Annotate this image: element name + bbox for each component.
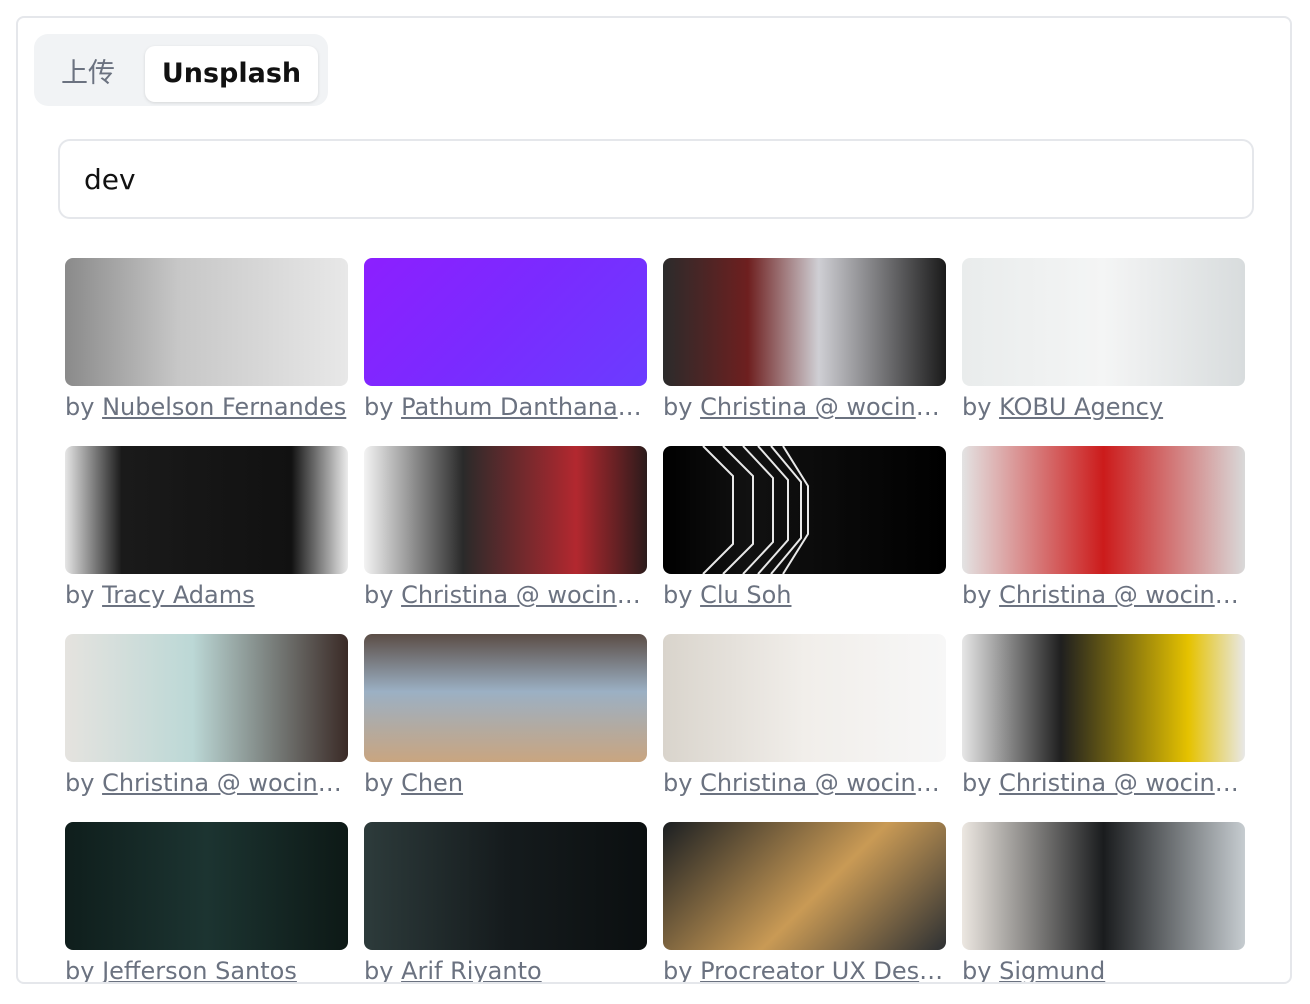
tunnel-lines-art (702, 446, 809, 574)
author-link[interactable]: Jefferson Santos (102, 957, 297, 982)
credit-prefix: by (364, 957, 394, 984)
photo-credit: by Christina @ wocintechchat.com (962, 579, 1245, 611)
photo-thumbnail[interactable] (364, 446, 647, 574)
photo-thumbnail[interactable] (65, 258, 348, 386)
photo-credit: by Jefferson Santos (65, 955, 348, 984)
credit-prefix: by (663, 957, 693, 984)
credit-prefix: by (962, 393, 992, 421)
photo-thumbnail[interactable] (663, 258, 946, 386)
photo-credit: by Tracy Adams (65, 579, 348, 611)
photo-thumbnail[interactable] (962, 822, 1245, 950)
photo-card[interactable]: by Christina @ wocintechchat.com (962, 446, 1245, 609)
photo-thumbnail[interactable] (962, 634, 1245, 762)
credit-prefix: by (364, 393, 394, 421)
photo-credit: by Clu Soh (663, 579, 946, 611)
photo-card[interactable]: by Jefferson Santos (65, 822, 348, 982)
photo-thumbnail[interactable] (663, 822, 946, 950)
photo-card[interactable]: by Chen (364, 634, 647, 797)
photo-thumbnail[interactable] (962, 446, 1245, 574)
photo-card[interactable]: by Christina @ wocintechchat.com (364, 446, 647, 609)
photo-thumbnail[interactable] (663, 446, 946, 574)
author-link[interactable]: Pathum Danthanarayana (401, 393, 647, 421)
photo-credit: by KOBU Agency (962, 391, 1245, 423)
photo-credit: by Christina @ wocintechchat.com (364, 579, 647, 611)
photo-thumbnail[interactable] (65, 634, 348, 762)
photo-thumbnail[interactable] (65, 446, 348, 574)
photo-credit: by Christina @ wocintechchat.com (65, 767, 348, 799)
credit-prefix: by (364, 769, 394, 797)
photo-thumbnail[interactable] (962, 258, 1245, 386)
author-link[interactable]: Christina @ wocintechchat.com (999, 769, 1245, 797)
author-link[interactable]: Christina @ wocintechchat.com (700, 769, 946, 797)
photo-card[interactable]: by Christina @ wocintechchat.com (663, 258, 946, 421)
author-link[interactable]: Christina @ wocintechchat.com (401, 581, 647, 609)
photo-thumbnail[interactable] (364, 634, 647, 762)
photo-card[interactable]: by Arif Riyanto (364, 822, 647, 982)
credit-prefix: by (65, 769, 95, 797)
photo-card[interactable]: by Sigmund (962, 822, 1245, 982)
photo-card[interactable]: by Pathum Danthanarayana (364, 258, 647, 421)
photo-card[interactable]: by Tracy Adams (65, 446, 348, 609)
photo-credit: by Nubelson Fernandes (65, 391, 348, 423)
photo-card[interactable]: by Nubelson Fernandes (65, 258, 348, 421)
photo-thumbnail[interactable] (663, 634, 946, 762)
credit-prefix: by (962, 581, 992, 609)
author-link[interactable]: Procreator UX Design Studio (700, 957, 946, 982)
photo-credit: by Christina @ wocintechchat.com (663, 767, 946, 799)
photo-credit: by Christina @ wocintechchat.com (962, 767, 1245, 799)
photo-card[interactable]: by KOBU Agency (962, 258, 1245, 421)
credit-prefix: by (65, 581, 95, 609)
author-link[interactable]: Arif Riyanto (401, 957, 542, 982)
unsplash-picker-panel: 上传 Unsplash by Nubelson Fernandes by Pat… (16, 16, 1292, 984)
tab-upload[interactable]: 上传 (56, 46, 120, 102)
search-input[interactable] (58, 139, 1254, 219)
photo-card[interactable]: by Clu Soh (663, 446, 946, 609)
author-link[interactable]: Christina @ wocintechchat.com (700, 393, 946, 421)
photo-card[interactable]: by Christina @ wocintechchat.com (962, 634, 1245, 797)
tab-unsplash[interactable]: Unsplash (145, 46, 318, 102)
author-link[interactable]: Clu Soh (700, 581, 791, 609)
author-link[interactable]: Nubelson Fernandes (102, 393, 346, 421)
author-link[interactable]: Tracy Adams (102, 581, 255, 609)
author-link[interactable]: Christina @ wocintechchat.com (102, 769, 348, 797)
author-link[interactable]: KOBU Agency (999, 393, 1163, 421)
credit-prefix: by (663, 581, 693, 609)
author-link[interactable]: Chen (401, 769, 463, 797)
credit-prefix: by (663, 393, 693, 421)
photo-credit: by Procreator UX Design Studio (663, 955, 946, 984)
photo-credit: by Arif Riyanto (364, 955, 647, 984)
credit-prefix: by (962, 769, 992, 797)
credit-prefix: by (65, 957, 95, 984)
author-link[interactable]: Christina @ wocintechchat.com (999, 581, 1245, 609)
photo-thumbnail[interactable] (65, 822, 348, 950)
credit-prefix: by (364, 581, 394, 609)
photo-card[interactable]: by Procreator UX Design Studio (663, 822, 946, 982)
photo-thumbnail[interactable] (364, 258, 647, 386)
credit-prefix: by (663, 769, 693, 797)
photo-thumbnail[interactable] (364, 822, 647, 950)
photo-card[interactable]: by Christina @ wocintechchat.com (663, 634, 946, 797)
photo-credit: by Sigmund (962, 955, 1245, 984)
credit-prefix: by (962, 957, 992, 984)
photo-card[interactable]: by Christina @ wocintechchat.com (65, 634, 348, 797)
author-link[interactable]: Sigmund (999, 957, 1105, 982)
photo-credit: by Pathum Danthanarayana (364, 391, 647, 423)
photo-credit: by Christina @ wocintechchat.com (663, 391, 946, 423)
credit-prefix: by (65, 393, 95, 421)
source-tabs: 上传 Unsplash (34, 34, 328, 106)
photo-credit: by Chen (364, 767, 647, 799)
